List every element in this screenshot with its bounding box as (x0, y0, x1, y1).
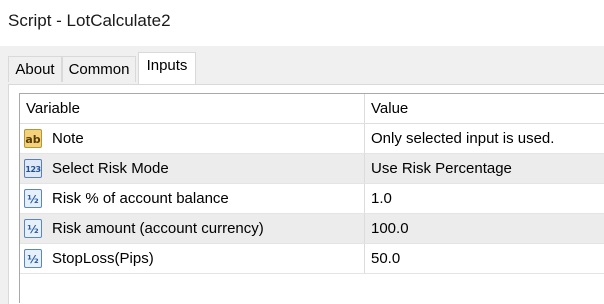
variable-name: Risk % of account balance (52, 190, 229, 207)
value-cell[interactable]: 50.0 (364, 244, 604, 273)
double-icon: ½ (24, 189, 42, 208)
value-cell[interactable]: Only selected input is used. (364, 124, 604, 153)
table-row[interactable]: ab Note Only selected input is used. (20, 124, 604, 154)
double-icon: ½ (24, 219, 42, 238)
value-cell[interactable]: Use Risk Percentage (364, 154, 604, 183)
column-header-variable[interactable]: Variable (20, 94, 363, 123)
tab-inputs[interactable]: Inputs (138, 52, 196, 84)
tab-strip: About Common Inputs (0, 46, 604, 84)
variable-cell: ½ Risk amount (account currency) (20, 214, 363, 243)
variable-name: Note (52, 130, 84, 147)
inputs-panel: Variable Value ab Note Only selected inp… (8, 84, 604, 304)
variable-cell: ½ StopLoss(Pips) (20, 244, 363, 273)
table-row[interactable]: ½ Risk % of account balance 1.0 (20, 184, 604, 214)
column-header-variable-label: Variable (26, 100, 80, 117)
tab-about[interactable]: About (8, 56, 62, 82)
window-title: Script - LotCalculate2 (8, 11, 171, 30)
variable-name: Risk amount (account currency) (52, 220, 264, 237)
table-row[interactable]: ½ StopLoss(Pips) 50.0 (20, 244, 604, 274)
enum-icon: 123 (24, 159, 42, 178)
value-cell[interactable]: 1.0 (364, 184, 604, 213)
title-bar: Script - LotCalculate2 (0, 0, 604, 46)
variable-cell: ½ Risk % of account balance (20, 184, 363, 213)
string-icon: ab (24, 129, 42, 148)
tab-common[interactable]: Common (62, 56, 136, 82)
variable-cell: ab Note (20, 124, 363, 153)
table-row[interactable]: ½ Risk amount (account currency) 100.0 (20, 214, 604, 244)
double-icon: ½ (24, 249, 42, 268)
value-cell[interactable]: 100.0 (364, 214, 604, 243)
grid-header-row: Variable Value (20, 94, 604, 124)
variable-cell: 123 Select Risk Mode (20, 154, 363, 183)
variable-name: StopLoss(Pips) (52, 250, 154, 267)
table-row[interactable]: 123 Select Risk Mode Use Risk Percentage (20, 154, 604, 184)
column-header-value[interactable]: Value (364, 94, 604, 123)
inputs-grid: Variable Value ab Note Only selected inp… (19, 93, 604, 303)
variable-name: Select Risk Mode (52, 160, 169, 177)
